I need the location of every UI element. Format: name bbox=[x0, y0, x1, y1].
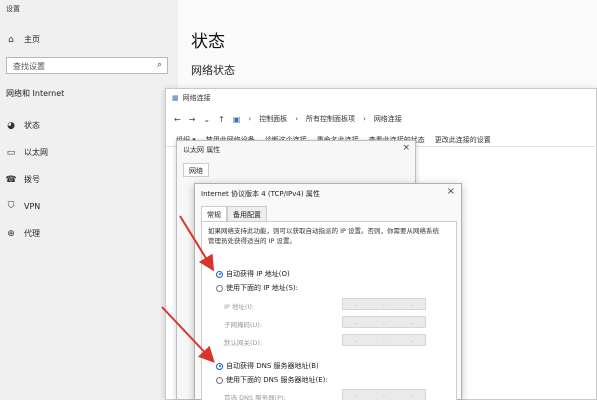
back-icon[interactable]: ← bbox=[174, 115, 181, 124]
subnet-mask-label: 子网掩码(U): bbox=[224, 321, 263, 329]
sidebar-section-label: 网络和 Internet bbox=[6, 89, 65, 98]
sidebar-item-proxy[interactable]: ⊕ 代理 bbox=[6, 228, 40, 239]
forward-icon[interactable]: → bbox=[189, 115, 196, 124]
breadcrumb-item[interactable]: 网络连接 bbox=[374, 114, 402, 124]
ethernet-dialog-title: 以太网 属性 bbox=[183, 146, 221, 154]
sidebar-item-ethernet[interactable]: ▭ 以太网 bbox=[6, 147, 48, 158]
subnet-mask-field[interactable]: ... bbox=[342, 316, 426, 328]
preferred-dns-field[interactable]: ... bbox=[342, 389, 426, 400]
breadcrumb-sep: › bbox=[363, 115, 366, 123]
search-placeholder: 查找设置 bbox=[13, 62, 45, 71]
globe-icon: ⊕ bbox=[7, 228, 15, 239]
sidebar-item-label: 代理 bbox=[24, 229, 40, 238]
manual-dns-radio[interactable] bbox=[216, 376, 223, 384]
sidebar-item-label: 主页 bbox=[24, 35, 40, 44]
search-input[interactable]: 查找设置 ⌕ bbox=[6, 57, 168, 74]
preferred-dns-label: 首选 DNS 服务器(P): bbox=[224, 394, 286, 400]
sidebar-item-label: VPN bbox=[24, 201, 41, 211]
auto-ip-label: 自动获得 IP 地址(O) bbox=[226, 270, 290, 278]
sidebar-item-status[interactable]: ◕ 状态 bbox=[6, 120, 40, 131]
ip-address-label: IP 地址(I): bbox=[224, 303, 255, 311]
auto-dns-option[interactable]: 自动获得 DNS 服务器地址(B) bbox=[216, 361, 319, 371]
sidebar-item-label: 以太网 bbox=[24, 148, 48, 157]
manual-ip-label: 使用下面的 IP 地址(S): bbox=[226, 284, 298, 292]
breadcrumb-sep: › bbox=[295, 115, 298, 123]
sidebar-item-vpn[interactable]: ⛉ VPN bbox=[6, 201, 41, 211]
sidebar-item-home[interactable]: ⌂ 主页 bbox=[6, 34, 40, 45]
sidebar-item-dialup[interactable]: ☎ 拨号 bbox=[5, 174, 40, 185]
breadcrumb-item[interactable]: 所有控制面板项 bbox=[306, 114, 355, 124]
auto-dns-label: 自动获得 DNS 服务器地址(B) bbox=[226, 362, 319, 370]
toolbar-change-settings[interactable]: 更改此连接的设置 bbox=[435, 135, 491, 145]
ip-address-field[interactable]: ... bbox=[342, 298, 426, 310]
control-panel-icon: ▣ bbox=[232, 114, 241, 124]
search-icon: ⌕ bbox=[156, 60, 162, 70]
manual-ip-radio[interactable] bbox=[216, 284, 223, 292]
explorer-nav-bar: ← → ⌄ ↑ ▣ › 控制面板 › 所有控制面板项 › 网络连接 bbox=[166, 109, 597, 129]
manual-dns-label: 使用下面的 DNS 服务器地址(E): bbox=[226, 376, 328, 384]
ipv4-description: 如果网络支持此功能，则可以获取自动指派的 IP 设置。否则，你需要从网络系统管理… bbox=[208, 227, 439, 245]
ipv4-dialog-title: Internet 协议版本 4 (TCP/IPv4) 属性 bbox=[201, 190, 320, 198]
explorer-title: 网络连接 bbox=[182, 94, 211, 102]
default-gateway-label: 默认网关(D): bbox=[224, 339, 263, 347]
monitor-icon: ▭ bbox=[6, 147, 16, 158]
settings-sidebar: 设置 ⌂ 主页 查找设置 ⌕ 网络和 Internet ◕ 状态 ▭ 以太网 ☎… bbox=[0, 0, 178, 400]
manual-ip-option[interactable]: 使用下面的 IP 地址(S): bbox=[216, 283, 298, 293]
page-subtitle: 网络状态 bbox=[191, 64, 235, 77]
manual-dns-option[interactable]: 使用下面的 DNS 服务器地址(E): bbox=[216, 375, 328, 385]
network-icon: ▦ bbox=[172, 94, 179, 102]
shield-icon: ⛉ bbox=[7, 201, 15, 211]
close-icon[interactable]: × bbox=[402, 143, 410, 153]
sidebar-item-label: 拨号 bbox=[24, 175, 40, 184]
recent-dropdown-icon[interactable]: ⌄ bbox=[203, 115, 210, 124]
sidebar-item-label: 状态 bbox=[24, 121, 40, 130]
close-icon[interactable]: × bbox=[447, 186, 455, 197]
auto-dns-radio[interactable] bbox=[216, 362, 223, 370]
breadcrumb-sep: › bbox=[248, 115, 252, 123]
tab-network[interactable]: 网络 bbox=[183, 163, 209, 177]
settings-window-title: 设置 bbox=[6, 5, 20, 13]
general-tab-panel: 如果网络支持此功能，则可以获取自动指派的 IP 设置。否则，你需要从网络系统管理… bbox=[201, 221, 457, 400]
home-icon: ⌂ bbox=[8, 34, 14, 45]
explorer-title-bar: ▦ 网络连接 bbox=[172, 93, 211, 103]
page-title: 状态 bbox=[191, 32, 225, 52]
globe-icon: ◕ bbox=[7, 120, 15, 131]
up-icon[interactable]: ↑ bbox=[218, 115, 225, 124]
auto-ip-radio[interactable] bbox=[216, 270, 223, 278]
ipv4-properties-dialog: Internet 协议版本 4 (TCP/IPv4) 属性 × 常规 备用配置 … bbox=[194, 183, 462, 400]
breadcrumb-item[interactable]: 控制面板 bbox=[259, 114, 287, 124]
default-gateway-field[interactable]: ... bbox=[342, 334, 426, 346]
phone-icon: ☎ bbox=[5, 174, 17, 185]
auto-ip-option[interactable]: 自动获得 IP 地址(O) bbox=[216, 269, 290, 279]
